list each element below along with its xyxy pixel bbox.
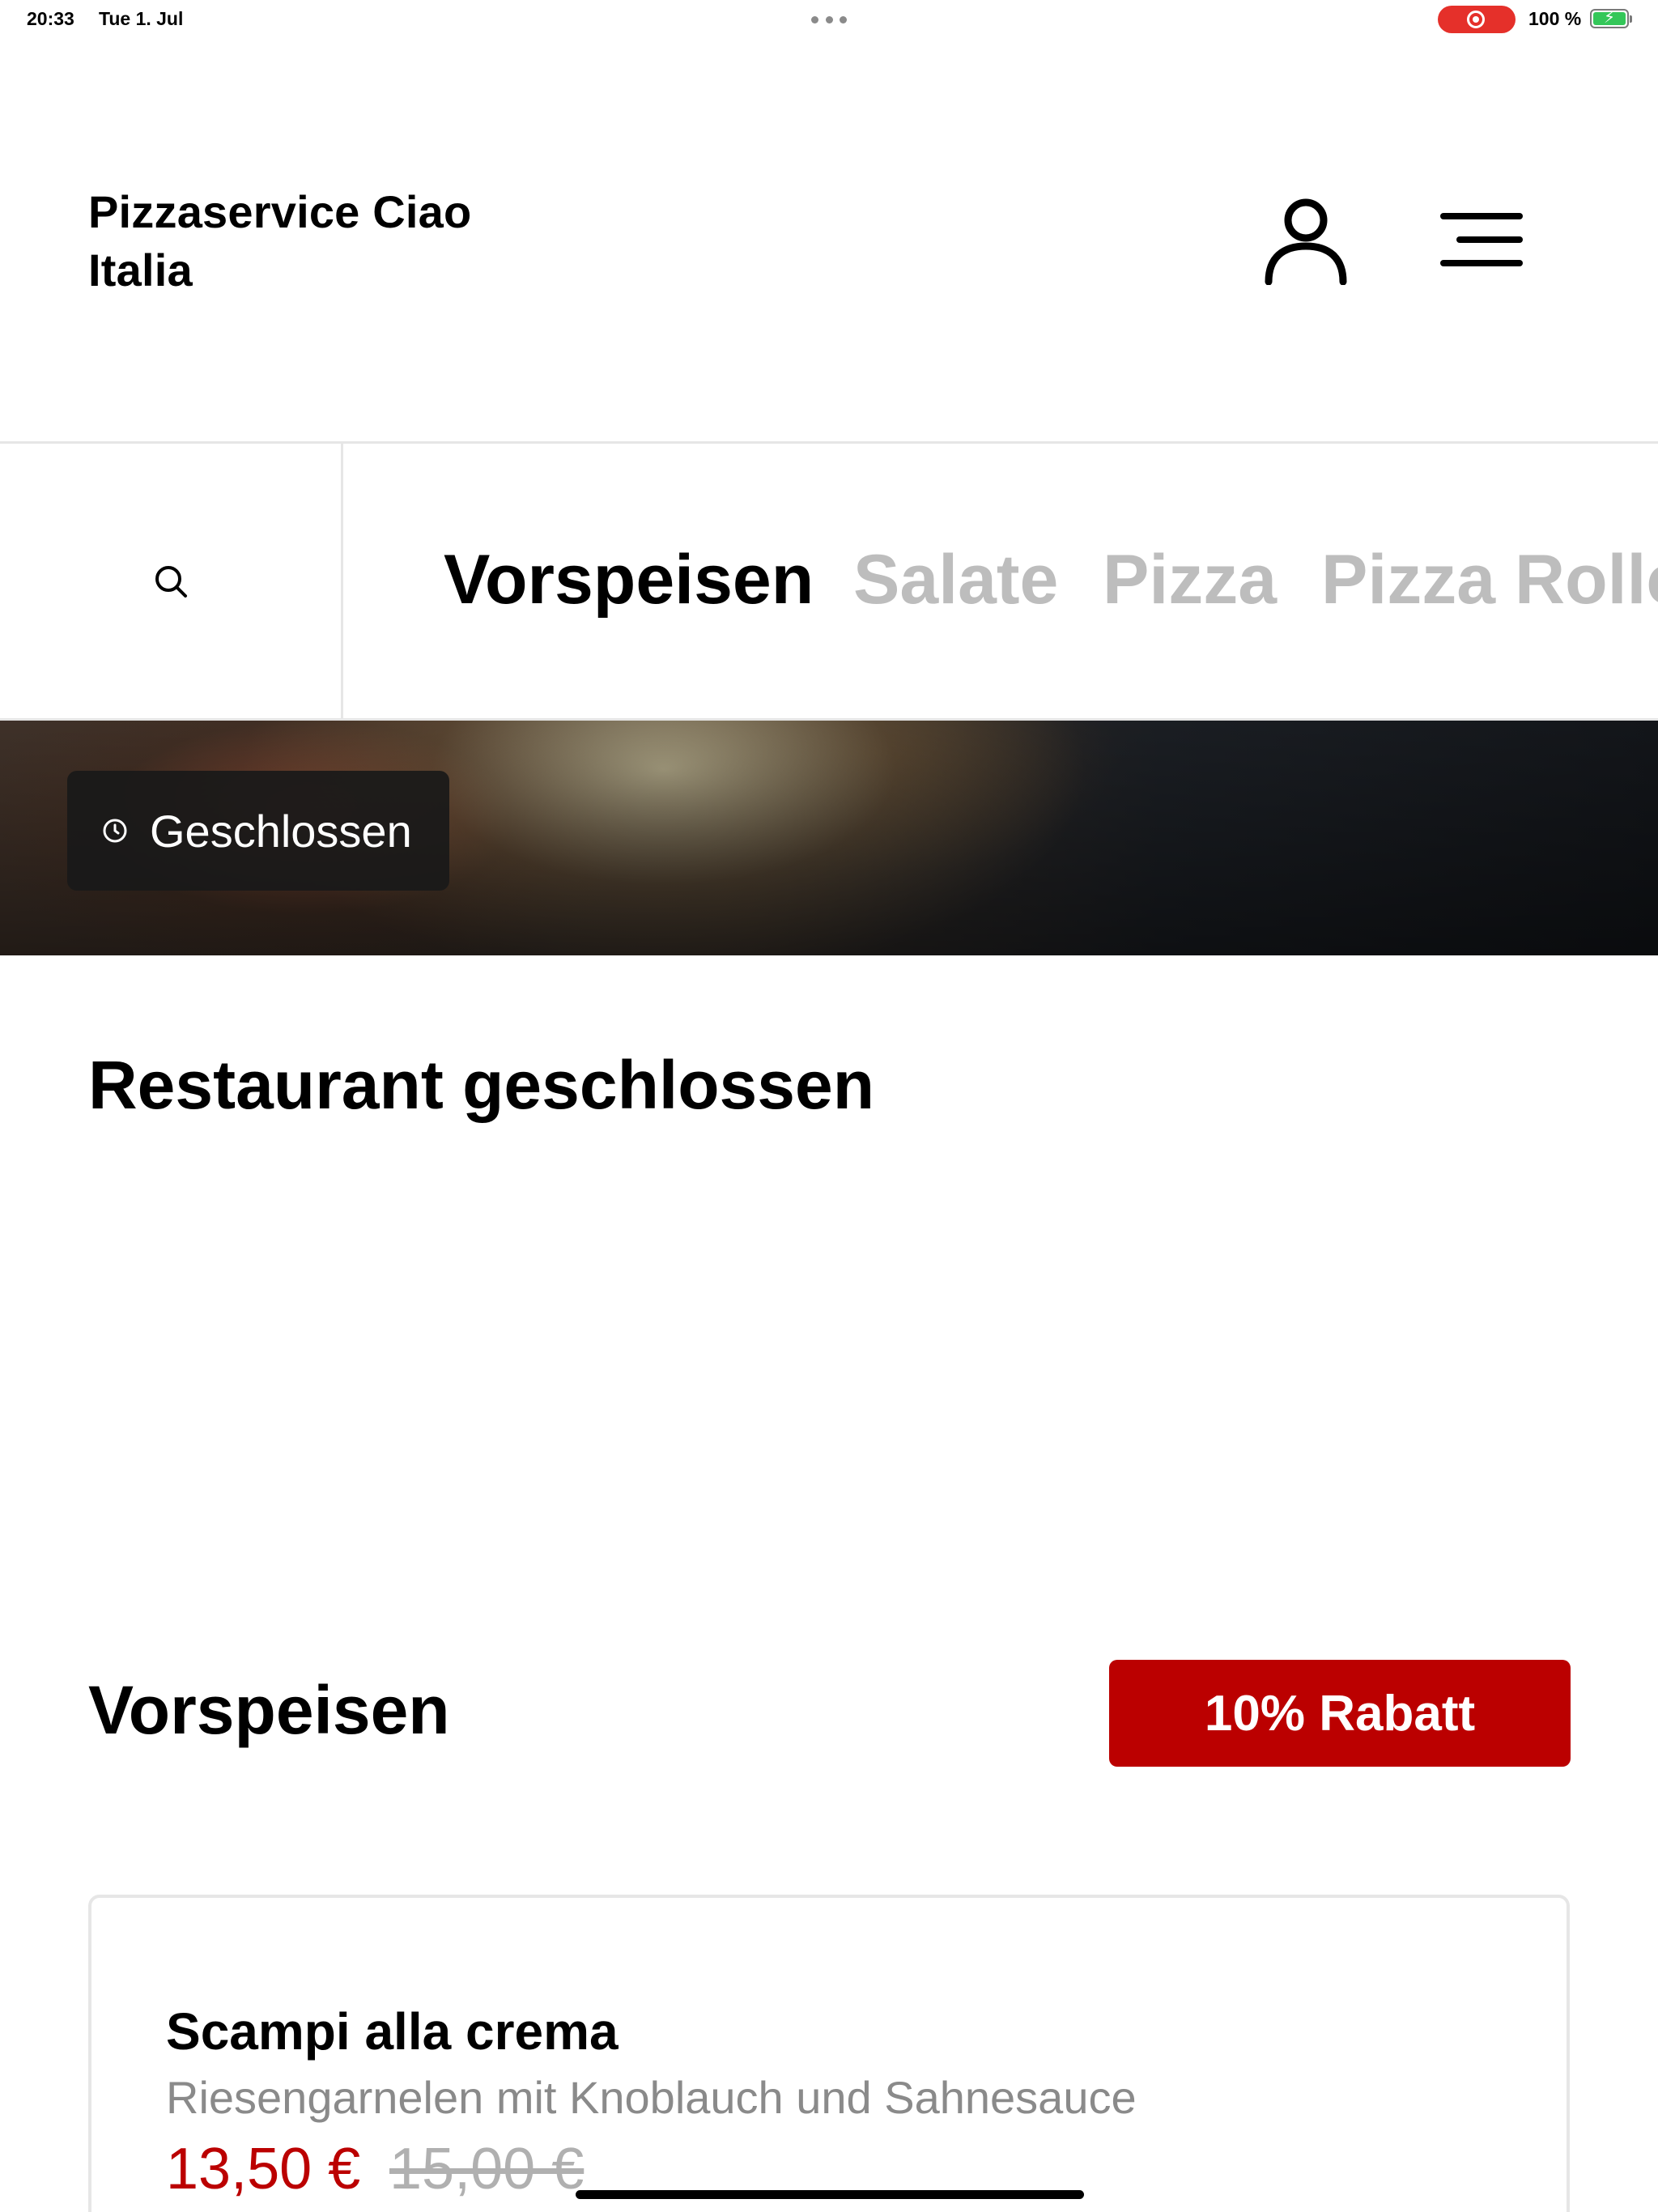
hero-banner-image: Geschlossen [0,721,1658,955]
menu-item-card[interactable]: Scampi alla crema Riesengarnelen mit Kno… [88,1895,1570,2212]
closed-notice-title: Restaurant geschlossen [88,1047,875,1123]
restaurant-name[interactable]: Pizzaservice Ciao Italia [88,183,542,300]
status-time: 20:33 [27,8,74,29]
discount-badge[interactable]: 10% Rabatt [1109,1660,1571,1767]
clock-icon [103,819,127,843]
multitasking-dots-icon[interactable] [811,16,847,23]
category-nav: Vorspeisen Salate Pizza Pizza Rollo [0,441,1658,721]
opening-status-badge[interactable]: Geschlossen [67,771,449,891]
opening-status-label: Geschlossen [150,805,412,857]
search-icon [155,565,187,598]
item-price: 13,50 € [166,2137,361,2201]
item-description: Riesengarnelen mit Knoblauch und Sahnesa… [166,2072,1137,2123]
menu-button[interactable] [1433,205,1530,274]
category-tabs: Vorspeisen Salate Pizza Pizza Rollo [343,444,1658,718]
tab-salate[interactable]: Salate [853,539,1058,620]
hamburger-menu-icon [1440,213,1523,266]
tab-pizza-rollo[interactable]: Pizza Rollo [1321,539,1658,620]
tab-vorspeisen[interactable]: Vorspeisen [444,539,814,620]
item-old-price: 15,00 € [389,2137,585,2201]
status-bar: 20:33 Tue 1. Jul 100 % ⚡ [0,0,1658,39]
site-header: Pizzaservice Ciao Italia [0,39,1658,441]
battery-percent: 100 % [1528,8,1582,29]
home-indicator[interactable] [576,2190,1084,2199]
search-button[interactable] [0,444,343,718]
page: 20:33 Tue 1. Jul 100 % ⚡ Pizzaservice Ci… [0,0,1658,2212]
user-icon [1265,198,1347,285]
tab-pizza[interactable]: Pizza [1103,539,1277,620]
screen-recording-icon[interactable] [1438,6,1516,33]
battery-charging-icon: ⚡ [1590,9,1632,28]
status-date: Tue 1. Jul [99,8,184,29]
section-title: Vorspeisen [88,1672,450,1748]
account-button[interactable] [1255,189,1357,291]
item-name: Scampi alla crema [166,2002,619,2061]
